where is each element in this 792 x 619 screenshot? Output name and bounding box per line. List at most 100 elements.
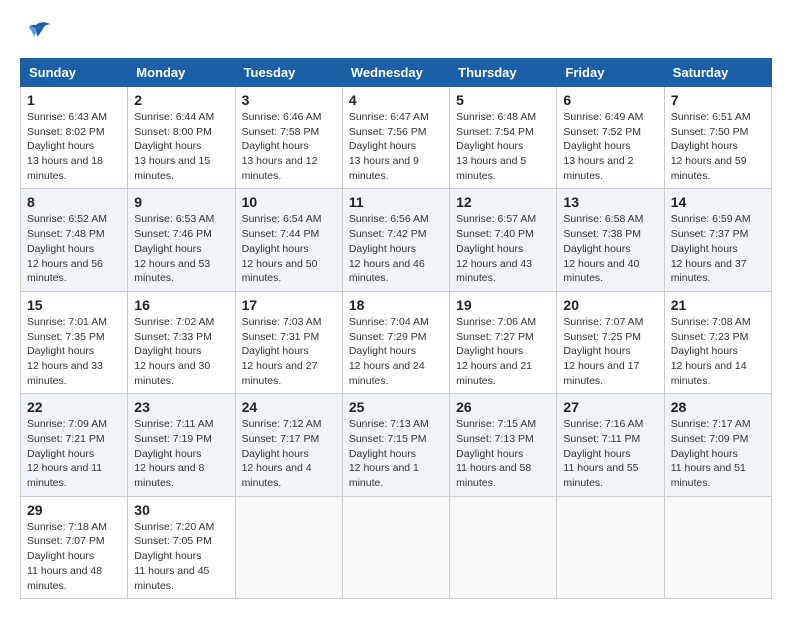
page-header [20,20,772,48]
calendar-cell: 15 Sunrise: 7:01 AM Sunset: 7:35 PM Dayl… [21,291,128,393]
calendar-cell: 29 Sunrise: 7:18 AM Sunset: 7:07 PM Dayl… [21,496,128,598]
day-info: Sunrise: 7:09 AM Sunset: 7:21 PM Dayligh… [27,417,121,490]
day-info: Sunrise: 7:16 AM Sunset: 7:11 PM Dayligh… [563,417,657,490]
day-info: Sunrise: 6:48 AM Sunset: 7:54 PM Dayligh… [456,110,550,183]
day-number: 9 [134,194,228,210]
calendar-cell: 22 Sunrise: 7:09 AM Sunset: 7:21 PM Dayl… [21,394,128,496]
day-number: 4 [349,92,443,108]
calendar-cell: 27 Sunrise: 7:16 AM Sunset: 7:11 PM Dayl… [557,394,664,496]
calendar-cell: 13 Sunrise: 6:58 AM Sunset: 7:38 PM Dayl… [557,189,664,291]
calendar-cell: 26 Sunrise: 7:15 AM Sunset: 7:13 PM Dayl… [450,394,557,496]
day-number: 7 [671,92,765,108]
day-number: 10 [242,194,336,210]
calendar-week-row: 29 Sunrise: 7:18 AM Sunset: 7:07 PM Dayl… [21,496,772,598]
calendar-cell: 21 Sunrise: 7:08 AM Sunset: 7:23 PM Dayl… [664,291,771,393]
day-number: 12 [456,194,550,210]
weekday-header: Saturday [664,59,771,87]
calendar-cell: 30 Sunrise: 7:20 AM Sunset: 7:05 PM Dayl… [128,496,235,598]
calendar-cell: 24 Sunrise: 7:12 AM Sunset: 7:17 PM Dayl… [235,394,342,496]
calendar-cell: 20 Sunrise: 7:07 AM Sunset: 7:25 PM Dayl… [557,291,664,393]
day-number: 30 [134,502,228,518]
weekday-header: Wednesday [342,59,449,87]
day-info: Sunrise: 6:56 AM Sunset: 7:42 PM Dayligh… [349,212,443,285]
day-number: 3 [242,92,336,108]
day-info: Sunrise: 7:15 AM Sunset: 7:13 PM Dayligh… [456,417,550,490]
calendar-cell: 16 Sunrise: 7:02 AM Sunset: 7:33 PM Dayl… [128,291,235,393]
day-info: Sunrise: 7:06 AM Sunset: 7:27 PM Dayligh… [456,315,550,388]
weekday-header: Thursday [450,59,557,87]
day-number: 15 [27,297,121,313]
day-info: Sunrise: 6:59 AM Sunset: 7:37 PM Dayligh… [671,212,765,285]
day-info: Sunrise: 6:52 AM Sunset: 7:48 PM Dayligh… [27,212,121,285]
day-number: 14 [671,194,765,210]
calendar-cell: 28 Sunrise: 7:17 AM Sunset: 7:09 PM Dayl… [664,394,771,496]
calendar-cell: 6 Sunrise: 6:49 AM Sunset: 7:52 PM Dayli… [557,87,664,189]
calendar-cell: 4 Sunrise: 6:47 AM Sunset: 7:56 PM Dayli… [342,87,449,189]
calendar-cell: 5 Sunrise: 6:48 AM Sunset: 7:54 PM Dayli… [450,87,557,189]
day-number: 8 [27,194,121,210]
day-info: Sunrise: 7:12 AM Sunset: 7:17 PM Dayligh… [242,417,336,490]
day-number: 2 [134,92,228,108]
logo [20,20,56,48]
day-info: Sunrise: 6:49 AM Sunset: 7:52 PM Dayligh… [563,110,657,183]
weekday-header: Tuesday [235,59,342,87]
day-info: Sunrise: 6:47 AM Sunset: 7:56 PM Dayligh… [349,110,443,183]
day-number: 13 [563,194,657,210]
logo-icon [20,20,52,48]
calendar-cell: 19 Sunrise: 7:06 AM Sunset: 7:27 PM Dayl… [450,291,557,393]
day-info: Sunrise: 6:46 AM Sunset: 7:58 PM Dayligh… [242,110,336,183]
day-number: 21 [671,297,765,313]
day-number: 20 [563,297,657,313]
day-number: 18 [349,297,443,313]
calendar-cell [342,496,449,598]
calendar-cell: 7 Sunrise: 6:51 AM Sunset: 7:50 PM Dayli… [664,87,771,189]
calendar-cell [450,496,557,598]
calendar-table: SundayMondayTuesdayWednesdayThursdayFrid… [20,58,772,599]
day-info: Sunrise: 7:13 AM Sunset: 7:15 PM Dayligh… [349,417,443,490]
day-info: Sunrise: 7:03 AM Sunset: 7:31 PM Dayligh… [242,315,336,388]
day-number: 6 [563,92,657,108]
calendar-cell: 10 Sunrise: 6:54 AM Sunset: 7:44 PM Dayl… [235,189,342,291]
weekday-header: Sunday [21,59,128,87]
calendar-cell: 8 Sunrise: 6:52 AM Sunset: 7:48 PM Dayli… [21,189,128,291]
calendar-cell: 17 Sunrise: 7:03 AM Sunset: 7:31 PM Dayl… [235,291,342,393]
day-number: 17 [242,297,336,313]
day-info: Sunrise: 6:57 AM Sunset: 7:40 PM Dayligh… [456,212,550,285]
weekday-header: Monday [128,59,235,87]
day-number: 5 [456,92,550,108]
day-info: Sunrise: 7:01 AM Sunset: 7:35 PM Dayligh… [27,315,121,388]
calendar-week-row: 8 Sunrise: 6:52 AM Sunset: 7:48 PM Dayli… [21,189,772,291]
day-info: Sunrise: 6:53 AM Sunset: 7:46 PM Dayligh… [134,212,228,285]
calendar-cell: 1 Sunrise: 6:43 AM Sunset: 8:02 PM Dayli… [21,87,128,189]
day-info: Sunrise: 6:43 AM Sunset: 8:02 PM Dayligh… [27,110,121,183]
calendar-cell: 9 Sunrise: 6:53 AM Sunset: 7:46 PM Dayli… [128,189,235,291]
day-info: Sunrise: 7:07 AM Sunset: 7:25 PM Dayligh… [563,315,657,388]
day-info: Sunrise: 6:54 AM Sunset: 7:44 PM Dayligh… [242,212,336,285]
day-number: 22 [27,399,121,415]
calendar-cell: 3 Sunrise: 6:46 AM Sunset: 7:58 PM Dayli… [235,87,342,189]
day-info: Sunrise: 7:08 AM Sunset: 7:23 PM Dayligh… [671,315,765,388]
calendar-week-row: 15 Sunrise: 7:01 AM Sunset: 7:35 PM Dayl… [21,291,772,393]
calendar-cell: 11 Sunrise: 6:56 AM Sunset: 7:42 PM Dayl… [342,189,449,291]
calendar-cell: 14 Sunrise: 6:59 AM Sunset: 7:37 PM Dayl… [664,189,771,291]
calendar-cell [235,496,342,598]
day-number: 28 [671,399,765,415]
weekday-header: Friday [557,59,664,87]
day-info: Sunrise: 7:18 AM Sunset: 7:07 PM Dayligh… [27,520,121,593]
day-number: 16 [134,297,228,313]
day-number: 26 [456,399,550,415]
day-info: Sunrise: 6:58 AM Sunset: 7:38 PM Dayligh… [563,212,657,285]
day-info: Sunrise: 7:11 AM Sunset: 7:19 PM Dayligh… [134,417,228,490]
calendar-cell: 23 Sunrise: 7:11 AM Sunset: 7:19 PM Dayl… [128,394,235,496]
calendar-cell: 2 Sunrise: 6:44 AM Sunset: 8:00 PM Dayli… [128,87,235,189]
day-info: Sunrise: 7:04 AM Sunset: 7:29 PM Dayligh… [349,315,443,388]
day-number: 11 [349,194,443,210]
day-number: 25 [349,399,443,415]
calendar-cell: 18 Sunrise: 7:04 AM Sunset: 7:29 PM Dayl… [342,291,449,393]
day-info: Sunrise: 6:51 AM Sunset: 7:50 PM Dayligh… [671,110,765,183]
day-number: 29 [27,502,121,518]
day-info: Sunrise: 7:02 AM Sunset: 7:33 PM Dayligh… [134,315,228,388]
calendar-week-row: 22 Sunrise: 7:09 AM Sunset: 7:21 PM Dayl… [21,394,772,496]
day-info: Sunrise: 7:17 AM Sunset: 7:09 PM Dayligh… [671,417,765,490]
day-info: Sunrise: 7:20 AM Sunset: 7:05 PM Dayligh… [134,520,228,593]
